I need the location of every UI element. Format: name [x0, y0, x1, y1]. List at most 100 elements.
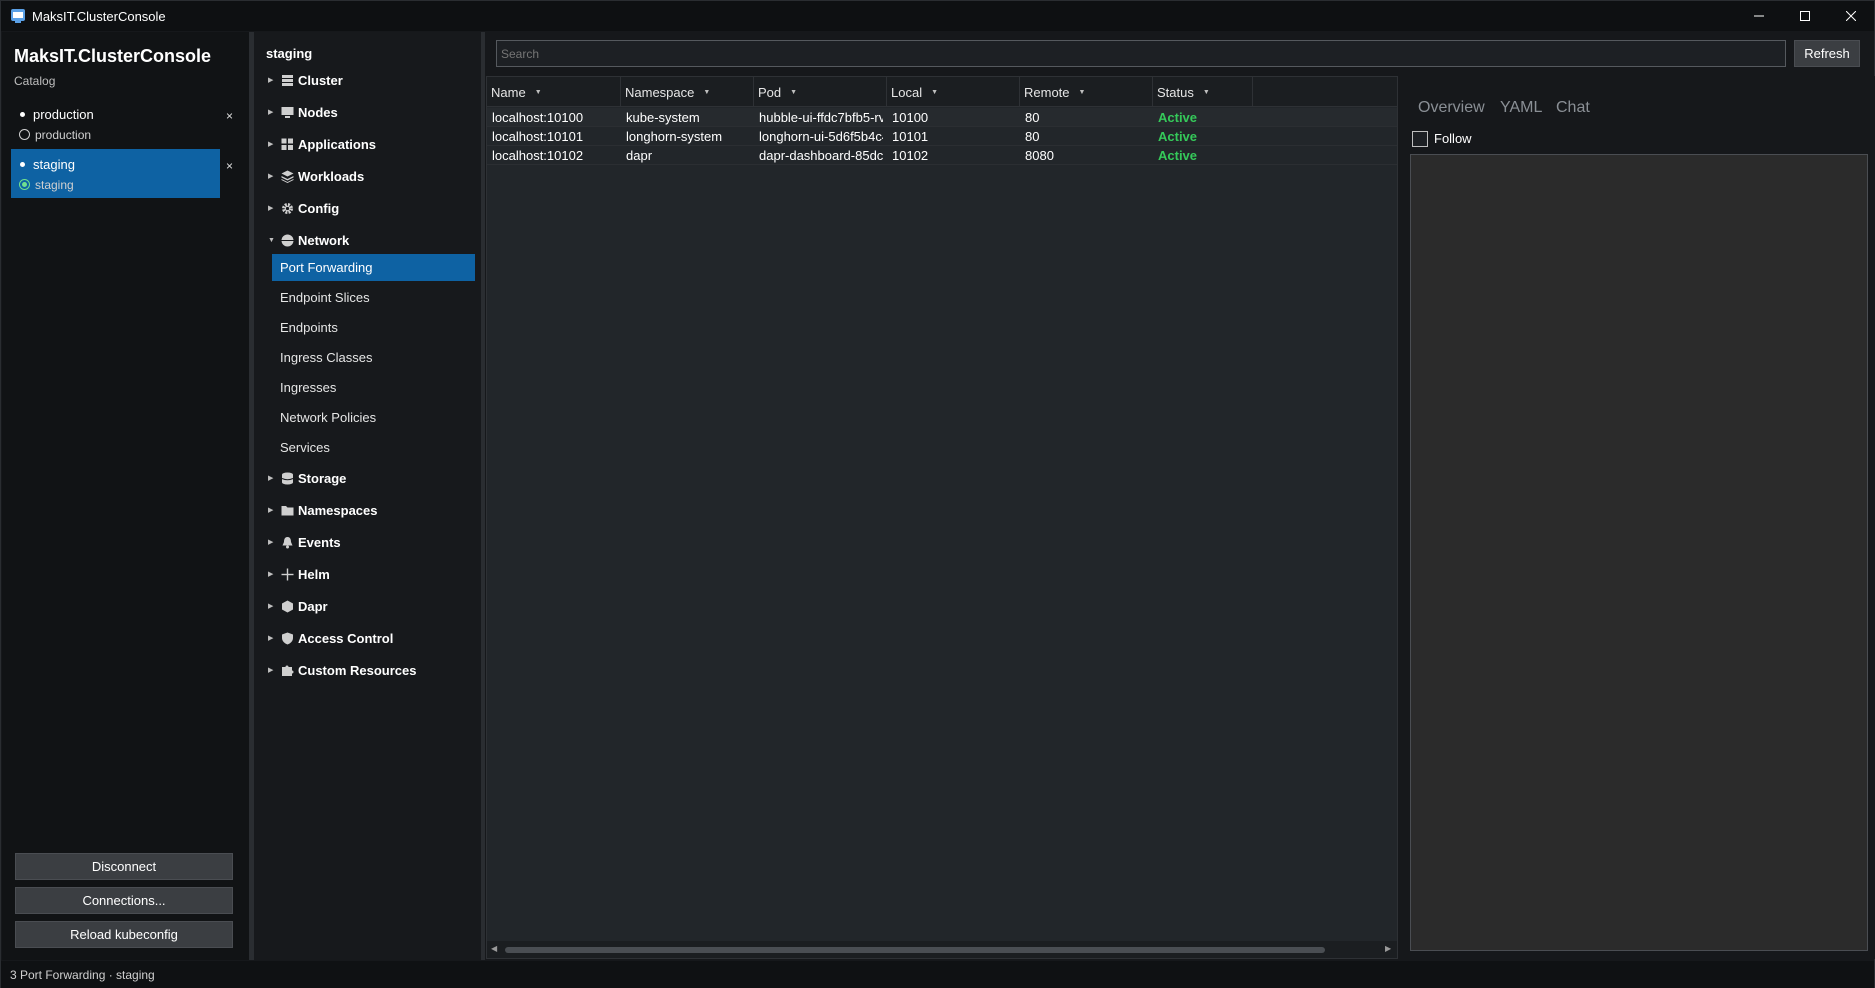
database-icon — [280, 471, 294, 485]
nav-group-custom-resources[interactable]: ▶ Custom Resources — [268, 660, 416, 680]
refresh-button[interactable]: Refresh — [1794, 40, 1860, 67]
nav-group-label: Access Control — [298, 630, 394, 646]
server-icon — [280, 73, 294, 87]
puzzle-icon — [280, 663, 294, 677]
nav-item-endpoint-slices[interactable]: Endpoint Slices — [272, 284, 475, 311]
nav-group-workloads[interactable]: ▶ Workloads — [268, 166, 364, 186]
minimize-button[interactable] — [1736, 1, 1782, 31]
chevron-right-icon[interactable]: ▶ — [268, 76, 280, 84]
nav-group-nodes[interactable]: ▶ Nodes — [268, 102, 338, 122]
nav-group-network[interactable]: ▼ Network — [268, 230, 349, 250]
horizontal-scrollbar[interactable]: ◀ ▶ — [487, 941, 1397, 958]
close-icon — [1846, 11, 1856, 21]
follow-checkbox[interactable] — [1412, 131, 1428, 147]
cell-remote: 80 — [1025, 129, 1040, 144]
disconnect-button[interactable]: Disconnect — [15, 853, 233, 880]
cell-remote: 80 — [1025, 110, 1040, 125]
connections-button[interactable]: Connections... — [15, 887, 233, 914]
nav-group-namespaces[interactable]: ▶ Namespaces — [268, 500, 378, 520]
column-header-status[interactable]: Status ▼ — [1153, 77, 1253, 107]
nav-group-config[interactable]: ▶ Config — [268, 198, 339, 218]
nav-group-access-control[interactable]: ▶ Access Control — [268, 628, 393, 648]
chevron-right-icon[interactable]: ▶ — [268, 506, 280, 514]
nav-item-port-forwarding[interactable]: Port Forwarding — [272, 254, 475, 281]
search-input[interactable] — [496, 40, 1786, 67]
chevron-down-icon[interactable]: ▼ — [268, 237, 280, 244]
window-controls — [1736, 1, 1874, 31]
reload-kubeconfig-button[interactable]: Reload kubeconfig — [15, 921, 233, 948]
sort-icon: ▼ — [703, 88, 711, 96]
column-header-namespace[interactable]: Namespace ▼ — [621, 77, 754, 107]
nav-group-events[interactable]: ▶ Events — [268, 532, 341, 552]
scroll-right-icon[interactable]: ▶ — [1385, 944, 1391, 953]
cluster-item-staging[interactable]: staging staging — [11, 149, 220, 198]
column-header-name[interactable]: Name ▼ — [487, 77, 621, 107]
chevron-right-icon[interactable]: ▶ — [268, 538, 280, 546]
cell-pod: hubble-ui-ffdc7bfb5-rvc82 — [759, 110, 883, 125]
chevron-right-icon[interactable]: ▶ — [268, 140, 280, 148]
tab-yaml[interactable]: YAML — [1500, 99, 1542, 117]
title-bar: MaksIT.ClusterConsole — [1, 1, 1874, 31]
table-row[interactable]: localhost:10101 longhorn-system longhorn-u… — [487, 127, 1397, 146]
nav-group-dapr[interactable]: ▶ Dapr — [268, 596, 328, 616]
nav-group-helm[interactable]: ▶ Helm — [268, 564, 330, 584]
close-window-button[interactable] — [1828, 1, 1874, 31]
sort-icon: ▼ — [1078, 88, 1086, 96]
cluster-name: production — [33, 107, 94, 122]
table-row[interactable]: localhost:10100 kube-system hubble-ui-ffdc… — [487, 108, 1397, 127]
nav-group-storage[interactable]: ▶ Storage — [268, 468, 346, 488]
tab-chat[interactable]: Chat — [1556, 99, 1590, 117]
tab-overview[interactable]: Overview — [1418, 99, 1485, 117]
window-title: MaksIT.ClusterConsole — [32, 8, 166, 24]
scrollbar-thumb[interactable] — [505, 947, 1325, 953]
status-bar: 3 Port Forwarding · staging — [1, 961, 1874, 988]
follow-label: Follow — [1434, 131, 1472, 146]
cluster-item-production[interactable]: production production — [11, 99, 220, 148]
chevron-right-icon[interactable]: ▶ — [268, 474, 280, 482]
table-row[interactable]: localhost:10102 dapr dapr-dashboard-85dcbb… — [487, 146, 1397, 165]
nav-item-ingresses[interactable]: Ingresses — [272, 374, 475, 401]
app-logo-icon — [11, 9, 25, 23]
cell-local: 10100 — [892, 110, 929, 125]
scroll-left-icon[interactable]: ◀ — [491, 944, 497, 953]
log-output[interactable] — [1410, 154, 1868, 951]
chevron-right-icon[interactable]: ▶ — [268, 172, 280, 180]
cell-namespace: kube-system — [626, 110, 700, 125]
nav-group-label: Storage — [298, 470, 347, 486]
nav-item-network-policies[interactable]: Network Policies — [272, 404, 475, 431]
nav-group-label: Custom Resources — [298, 662, 417, 678]
nav-group-applications[interactable]: ▶ Applications — [268, 134, 376, 154]
chevron-right-icon[interactable]: ▶ — [268, 666, 280, 674]
globe-icon — [280, 233, 294, 247]
chevron-right-icon[interactable]: ▶ — [268, 108, 280, 116]
column-header-remote[interactable]: Remote ▼ — [1020, 77, 1153, 107]
chevron-right-icon[interactable]: ▶ — [268, 602, 280, 610]
column-header-local[interactable]: Local ▼ — [887, 77, 1020, 107]
close-cluster-button[interactable]: × — [226, 109, 233, 123]
column-header-pod[interactable]: Pod ▼ — [754, 77, 887, 107]
close-cluster-button[interactable]: × — [226, 159, 233, 173]
nav-group-cluster[interactable]: ▶ Cluster — [268, 70, 343, 90]
cell-namespace: dapr — [626, 148, 653, 163]
minimize-icon — [1754, 15, 1764, 17]
cluster-name: staging — [33, 157, 75, 172]
nav-item-ingress-classes[interactable]: Ingress Classes — [272, 344, 475, 371]
cell-status: Active — [1158, 148, 1198, 163]
chevron-right-icon[interactable]: ▶ — [268, 204, 280, 212]
context-radio[interactable] — [19, 129, 30, 140]
cell-name: localhost:10102 — [492, 148, 584, 163]
nav-group-label: Config — [298, 200, 340, 216]
column-header-label: Remote — [1024, 84, 1070, 100]
nav-item-endpoints[interactable]: Endpoints — [272, 314, 475, 341]
folder-icon — [280, 503, 294, 517]
chevron-right-icon[interactable]: ▶ — [268, 634, 280, 642]
cell-local: 10102 — [892, 148, 929, 163]
chevron-right-icon[interactable]: ▶ — [268, 570, 280, 578]
context-radio[interactable] — [19, 179, 30, 190]
cell-pod: longhorn-ui-5d6f5b4c44- — [759, 129, 883, 144]
nav-item-services[interactable]: Services — [272, 434, 475, 461]
nav-pane: staging ▶ Cluster ▶ Nodes ▶ Applications ▶ Work… — [254, 32, 481, 960]
sort-icon: ▼ — [534, 88, 542, 96]
maximize-button[interactable] — [1782, 1, 1828, 31]
nav-group-label: Helm — [298, 566, 330, 582]
